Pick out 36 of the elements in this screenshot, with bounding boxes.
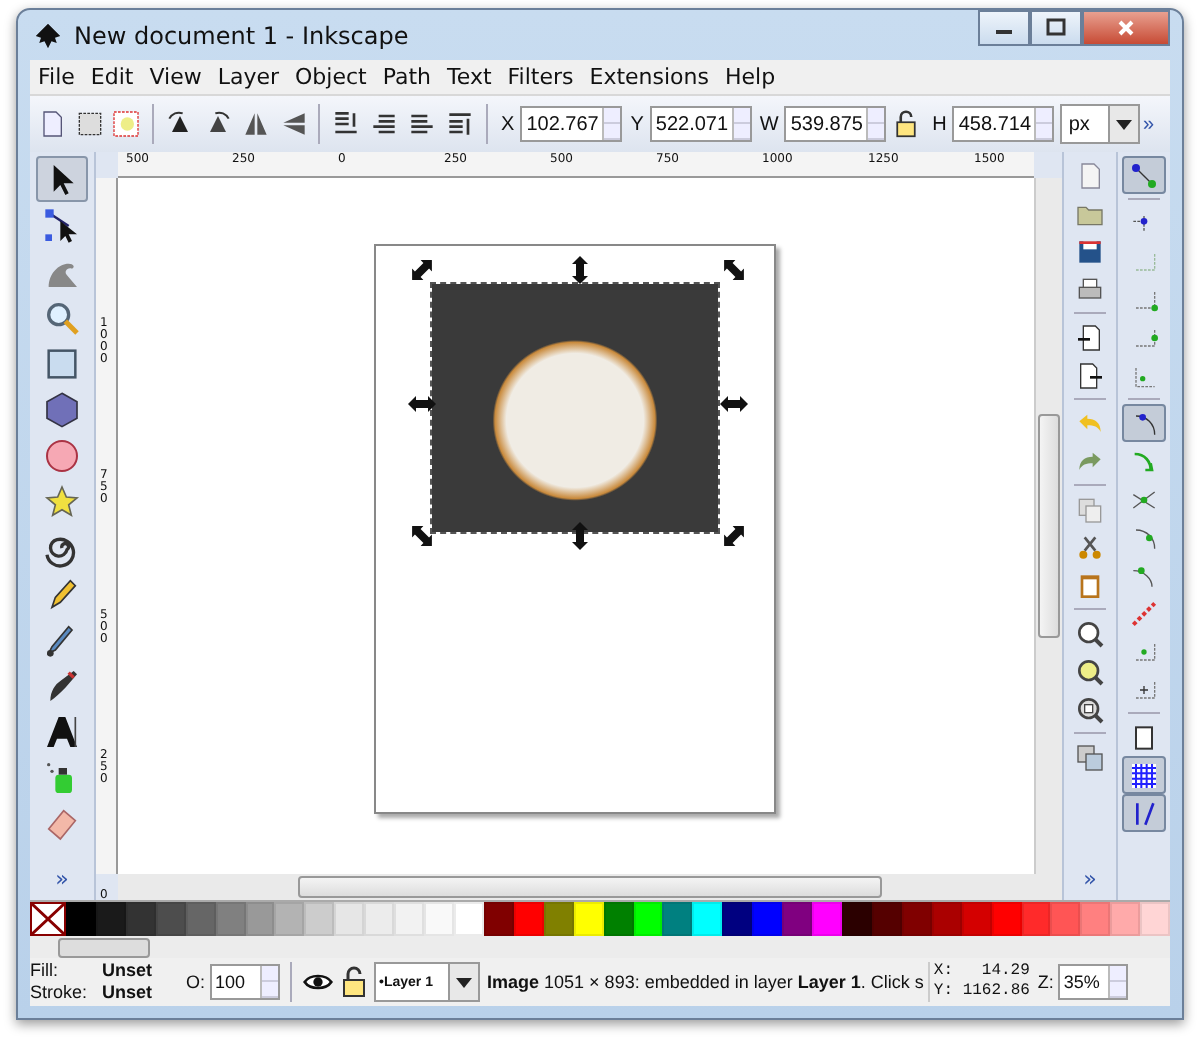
x-coordinate: 14.29	[979, 962, 1030, 982]
number-field[interactable]: 102.767	[520, 106, 623, 142]
menu-item[interactable]: Help	[716, 64, 784, 90]
menu-item[interactable]: Layer	[209, 64, 288, 90]
more-button[interactable]: »	[1142, 113, 1154, 135]
window-title: New document 1 - Inkscape	[74, 21, 409, 49]
menu-item[interactable]: Edit	[82, 64, 142, 90]
number-field[interactable]: 458.714	[952, 106, 1055, 142]
x-label: X:	[933, 962, 956, 982]
y-coordinate: 1162.86	[960, 982, 1030, 1002]
stroke-value: Unset	[102, 982, 155, 1004]
zoom-field[interactable]: 35%	[1057, 964, 1128, 1000]
opacity-label: O:	[186, 972, 206, 992]
menu-item[interactable]: Object	[287, 64, 375, 90]
y-label: Y:	[933, 982, 956, 1002]
number-field[interactable]: 522.071	[649, 106, 752, 142]
unit-dropdown[interactable]: px	[1060, 104, 1141, 144]
menu-item[interactable]: Text	[439, 64, 500, 90]
fill-label: Fill:	[30, 960, 60, 982]
menu-item[interactable]: Extensions	[581, 64, 717, 90]
number-field[interactable]: 539.875	[784, 106, 887, 142]
field-label: Y	[630, 113, 644, 135]
stroke-label: Stroke:	[30, 982, 90, 1004]
opacity-field[interactable]: 100	[209, 964, 280, 1000]
field-label: X	[501, 113, 515, 135]
menu-item[interactable]: Path	[374, 64, 440, 90]
more-button[interactable]: »	[1083, 866, 1097, 900]
more-button[interactable]: »	[55, 866, 69, 900]
menu-item[interactable]: View	[141, 64, 210, 90]
fill-value: Unset	[102, 960, 155, 982]
zoom-label: Z:	[1037, 972, 1054, 992]
field-label: H	[932, 113, 947, 135]
menu-item[interactable]: Filters	[499, 64, 582, 90]
status-message: Image 1051 × 893: embedded in layer Layer 1. Click s	[487, 972, 924, 992]
field-label: W	[759, 113, 779, 135]
menu-item[interactable]: File	[30, 64, 83, 90]
